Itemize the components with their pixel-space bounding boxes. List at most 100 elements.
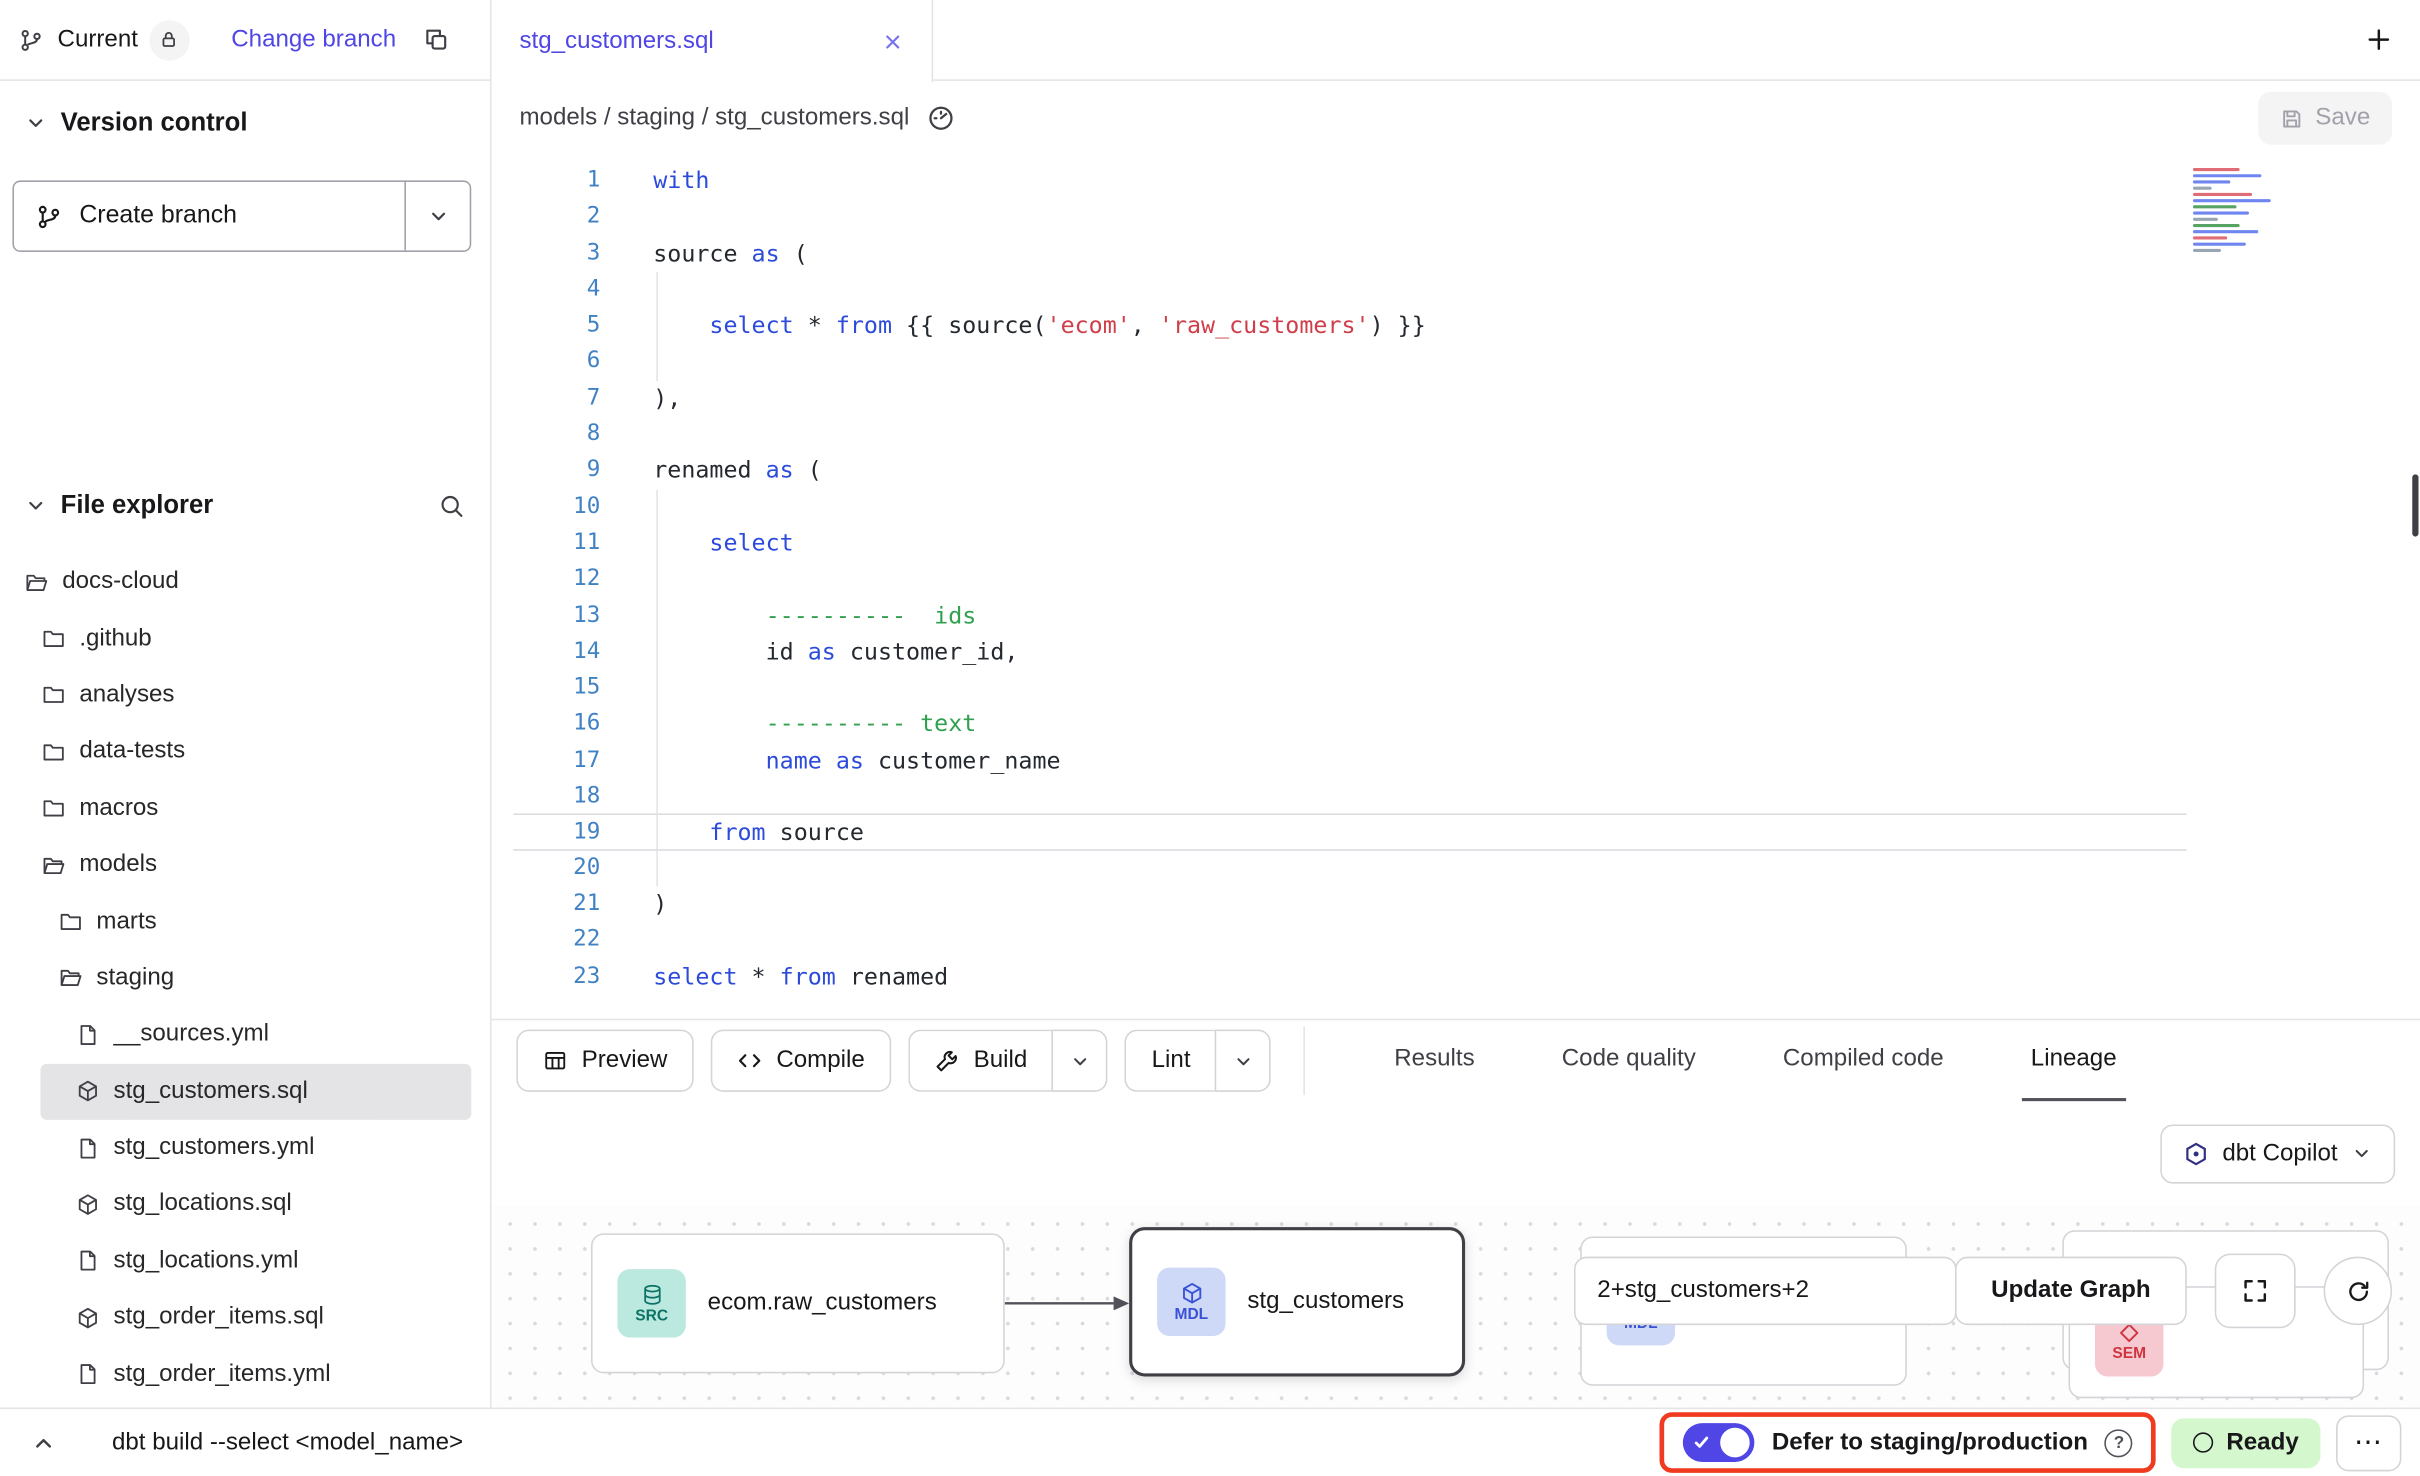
code-text: name as customer_name	[600, 743, 2186, 779]
code-line-6[interactable]: 6	[513, 344, 2187, 380]
tree-item-data-tests[interactable]: data-tests	[0, 723, 490, 780]
tree-item-stg-customers-yml[interactable]: stg_customers.yml	[0, 1120, 490, 1177]
code-line-20[interactable]: 20	[513, 850, 2187, 886]
dbt-copilot-button[interactable]: dbt Copilot	[2160, 1124, 2395, 1183]
search-icon[interactable]	[439, 492, 465, 518]
tree-item--github[interactable]: .github	[0, 610, 490, 667]
code-text	[600, 344, 2186, 380]
code-line-11[interactable]: 11 select	[513, 526, 2187, 562]
change-branch-link[interactable]: Change branch	[231, 26, 396, 54]
defer-toggle[interactable]	[1683, 1423, 1755, 1462]
code-text: select * from renamed	[600, 959, 2186, 995]
code-line-19[interactable]: 19 from source	[513, 814, 2187, 850]
code-line-13[interactable]: 13 ---------- ids	[513, 598, 2187, 634]
code-line-1[interactable]: 1with	[513, 163, 2187, 199]
save-icon	[2280, 107, 2303, 130]
tree-item-models[interactable]: models	[0, 837, 490, 894]
tab-compiled-code[interactable]: Compiled code	[1774, 1020, 1953, 1101]
code-line-7[interactable]: 7),	[513, 381, 2187, 417]
model-badge: MDL	[1157, 1268, 1225, 1336]
tree-item-analyses[interactable]: analyses	[0, 667, 490, 724]
file-explorer-header[interactable]: File explorer	[0, 482, 490, 529]
version-control-header[interactable]: Version control	[0, 100, 490, 147]
tree-item-stg-order-items-sql[interactable]: stg_order_items.sql	[0, 1289, 490, 1346]
lineage-node-stg-customers[interactable]: MDL stg_customers	[1129, 1227, 1465, 1376]
tab-stg-customers-sql[interactable]: stg_customers.sql	[491, 0, 933, 82]
help-icon[interactable]: ?	[2105, 1429, 2133, 1457]
code-line-21[interactable]: 21)	[513, 886, 2187, 922]
copy-icon[interactable]	[423, 26, 449, 52]
command-hint: dbt build --select <model_name>	[112, 1429, 463, 1457]
more-options-button[interactable]: ⋯	[2336, 1415, 2401, 1471]
code-line-16[interactable]: 16 ---------- text	[513, 707, 2187, 743]
update-graph-button[interactable]: Update Graph	[1955, 1257, 2187, 1325]
lineage-node-source[interactable]: SRC ecom.raw_customers	[591, 1233, 1005, 1373]
tree-item-stg-locations-sql[interactable]: stg_locations.sql	[0, 1176, 490, 1233]
tree-item-label: stg_customers.yml	[114, 1134, 315, 1162]
lineage-canvas[interactable]: MDL MDL customers SEM	[491, 1205, 2420, 1407]
tree-item-docs-cloud[interactable]: docs-cloud	[0, 554, 490, 611]
lock-icon	[149, 19, 189, 59]
code-line-12[interactable]: 12	[513, 562, 2187, 598]
status-bar: dbt build --select <model_name> Defer to…	[0, 1408, 2420, 1476]
code-line-2[interactable]: 2	[513, 200, 2187, 236]
folder-icon	[59, 910, 82, 933]
code-line-5[interactable]: 5 select * from {{ source('ecom', 'raw_c…	[513, 308, 2187, 344]
dbt-copilot-icon	[2183, 1141, 2208, 1166]
tree-item-staging[interactable]: staging	[0, 950, 490, 1007]
compile-button[interactable]: Compile	[711, 1030, 891, 1092]
minimap	[2190, 165, 2324, 258]
create-branch-button[interactable]: Create branch	[14, 182, 404, 250]
line-number: 6	[513, 344, 600, 380]
database-icon	[640, 1282, 663, 1305]
code-line-18[interactable]: 18	[513, 779, 2187, 815]
divider	[1304, 1026, 1306, 1094]
new-tab-button[interactable]	[2336, 0, 2420, 79]
table-icon	[543, 1048, 568, 1073]
code-line-22[interactable]: 22	[513, 923, 2187, 959]
close-icon[interactable]	[882, 30, 904, 52]
code-line-3[interactable]: 3source as (	[513, 236, 2187, 272]
lint-dropdown[interactable]	[1215, 1030, 1271, 1092]
lineage-selector-input[interactable]	[1574, 1257, 1957, 1325]
refresh-button[interactable]	[2324, 1257, 2392, 1325]
code-line-17[interactable]: 17 name as customer_name	[513, 743, 2187, 779]
tree-item-stg-order-items-yml[interactable]: stg_order_items.yml	[0, 1346, 490, 1403]
code-line-9[interactable]: 9renamed as (	[513, 453, 2187, 489]
gauge-icon[interactable]	[926, 104, 954, 132]
fullscreen-icon	[2241, 1277, 2269, 1305]
code-text: with	[600, 163, 2186, 199]
code-line-8[interactable]: 8	[513, 417, 2187, 453]
collapse-panel-button[interactable]	[19, 1430, 69, 1455]
code-line-14[interactable]: 14 id as customer_id,	[513, 634, 2187, 670]
tab-lineage[interactable]: Lineage	[2021, 1020, 2125, 1101]
create-branch-dropdown[interactable]	[404, 182, 469, 250]
editor-scrollbar[interactable]	[2412, 474, 2418, 536]
status-badge[interactable]: Ready	[2172, 1418, 2321, 1468]
line-number: 16	[513, 707, 600, 743]
tree-item--sources-yml[interactable]: __sources.yml	[0, 1006, 490, 1063]
lint-button[interactable]: Lint	[1125, 1030, 1215, 1092]
tree-item-label: __sources.yml	[114, 1021, 269, 1049]
tree-item-label: docs-cloud	[62, 568, 179, 596]
code-line-4[interactable]: 4	[513, 272, 2187, 308]
tree-item-label: stg_locations.sql	[114, 1191, 292, 1219]
tab-results[interactable]: Results	[1385, 1020, 1484, 1101]
build-button[interactable]: Build	[908, 1030, 1052, 1092]
chevron-up-icon	[31, 1430, 56, 1455]
code-line-23[interactable]: 23select * from renamed	[513, 959, 2187, 995]
tree-item-stg-locations-yml[interactable]: stg_locations.yml	[0, 1233, 490, 1290]
tree-item-macros[interactable]: macros	[0, 780, 490, 837]
code-line-15[interactable]: 15	[513, 671, 2187, 707]
code-editor[interactable]: 1with23source as (45 select * from {{ so…	[491, 156, 2420, 1019]
tree-item-label: models	[79, 851, 157, 879]
fullscreen-button[interactable]	[2215, 1254, 2296, 1329]
build-dropdown[interactable]	[1052, 1030, 1108, 1092]
tree-item-stg-customers-sql[interactable]: stg_customers.sql	[40, 1063, 471, 1120]
tree-item-marts[interactable]: marts	[0, 893, 490, 950]
preview-button[interactable]: Preview	[516, 1030, 694, 1092]
code-text: source as (	[600, 236, 2186, 272]
tab-code-quality[interactable]: Code quality	[1552, 1020, 1705, 1101]
save-button[interactable]: Save	[2258, 92, 2392, 145]
code-line-10[interactable]: 10	[513, 489, 2187, 525]
